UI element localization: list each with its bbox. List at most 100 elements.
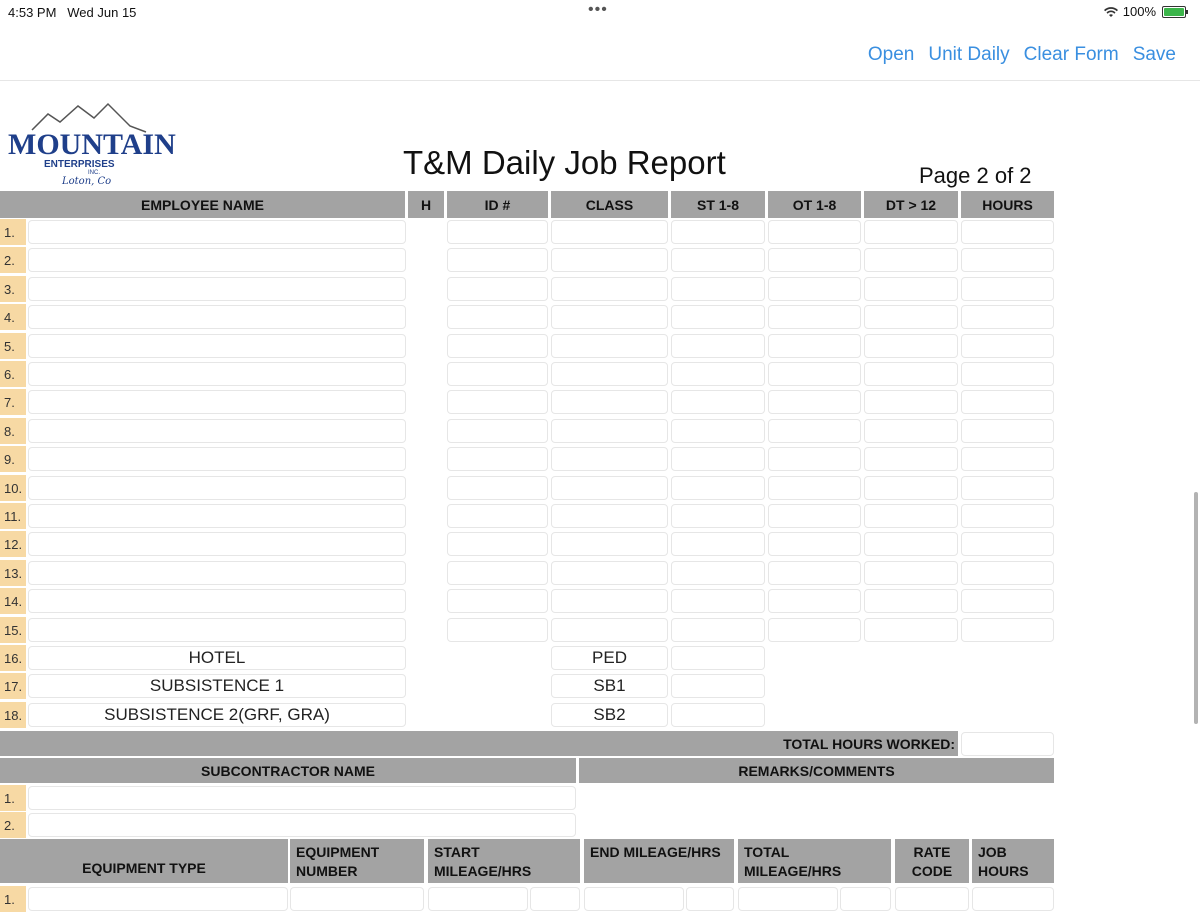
class-field[interactable] (551, 277, 668, 301)
id-field[interactable] (447, 419, 548, 443)
dt-field[interactable] (864, 504, 958, 528)
total-hours-field[interactable] (961, 732, 1054, 756)
ot-field[interactable] (768, 532, 861, 556)
dt-field[interactable] (864, 561, 958, 585)
end-mileage-field-2[interactable] (686, 887, 734, 911)
ot-field[interactable] (768, 334, 861, 358)
st-field[interactable] (671, 248, 765, 272)
employee-name-field[interactable] (28, 220, 406, 244)
hours-field[interactable] (961, 220, 1054, 244)
hours-field[interactable] (961, 305, 1054, 329)
id-field[interactable] (447, 476, 548, 500)
hours-field[interactable] (961, 504, 1054, 528)
class-field[interactable] (551, 447, 668, 471)
class-field[interactable] (551, 476, 668, 500)
dt-field[interactable] (864, 362, 958, 386)
hours-field[interactable] (961, 419, 1054, 443)
st-field[interactable] (671, 589, 765, 613)
dt-field[interactable] (864, 419, 958, 443)
class-field[interactable] (551, 248, 668, 272)
extra-row-st-field[interactable] (671, 646, 765, 670)
ot-field[interactable] (768, 476, 861, 500)
hours-field[interactable] (961, 618, 1054, 642)
equipment-type-field[interactable] (28, 887, 288, 911)
ot-field[interactable] (768, 618, 861, 642)
subcontractor-name-field[interactable] (28, 813, 576, 837)
employee-name-field[interactable] (28, 362, 406, 386)
id-field[interactable] (447, 220, 548, 244)
st-field[interactable] (671, 390, 765, 414)
st-field[interactable] (671, 362, 765, 386)
id-field[interactable] (447, 305, 548, 329)
id-field[interactable] (447, 334, 548, 358)
dt-field[interactable] (864, 532, 958, 556)
start-mileage-field[interactable] (428, 887, 528, 911)
unit-daily-button[interactable]: Unit Daily (928, 44, 1009, 66)
employee-name-field[interactable] (28, 532, 406, 556)
ot-field[interactable] (768, 561, 861, 585)
hours-field[interactable] (961, 447, 1054, 471)
st-field[interactable] (671, 277, 765, 301)
hours-field[interactable] (961, 362, 1054, 386)
hours-field[interactable] (961, 390, 1054, 414)
employee-name-field[interactable] (28, 561, 406, 585)
employee-name-field[interactable] (28, 504, 406, 528)
class-field[interactable] (551, 419, 668, 443)
employee-name-field[interactable] (28, 305, 406, 329)
st-field[interactable] (671, 220, 765, 244)
dt-field[interactable] (864, 390, 958, 414)
ot-field[interactable] (768, 305, 861, 329)
employee-name-field[interactable] (28, 419, 406, 443)
id-field[interactable] (447, 504, 548, 528)
hours-field[interactable] (961, 532, 1054, 556)
dt-field[interactable] (864, 334, 958, 358)
total-mileage-field-2[interactable] (840, 887, 891, 911)
ot-field[interactable] (768, 447, 861, 471)
ot-field[interactable] (768, 504, 861, 528)
equipment-number-field[interactable] (290, 887, 424, 911)
st-field[interactable] (671, 305, 765, 329)
dt-field[interactable] (864, 277, 958, 301)
class-field[interactable] (551, 561, 668, 585)
hours-field[interactable] (961, 589, 1054, 613)
rate-code-field[interactable] (895, 887, 969, 911)
id-field[interactable] (447, 561, 548, 585)
dt-field[interactable] (864, 589, 958, 613)
st-field[interactable] (671, 447, 765, 471)
ot-field[interactable] (768, 419, 861, 443)
hours-field[interactable] (961, 277, 1054, 301)
hours-field[interactable] (961, 561, 1054, 585)
st-field[interactable] (671, 476, 765, 500)
remarks-field[interactable] (579, 785, 1054, 837)
dt-field[interactable] (864, 305, 958, 329)
id-field[interactable] (447, 390, 548, 414)
employee-name-field[interactable] (28, 277, 406, 301)
class-field[interactable] (551, 532, 668, 556)
total-mileage-field[interactable] (738, 887, 838, 911)
employee-name-field[interactable] (28, 589, 406, 613)
class-field[interactable] (551, 220, 668, 244)
ot-field[interactable] (768, 362, 861, 386)
end-mileage-field[interactable] (584, 887, 684, 911)
class-field[interactable] (551, 334, 668, 358)
id-field[interactable] (447, 277, 548, 301)
job-hours-field[interactable] (972, 887, 1054, 911)
start-mileage-field-2[interactable] (530, 887, 580, 911)
ot-field[interactable] (768, 248, 861, 272)
class-field[interactable] (551, 362, 668, 386)
multitasking-dots-icon[interactable]: ••• (588, 1, 608, 19)
st-field[interactable] (671, 334, 765, 358)
class-field[interactable] (551, 589, 668, 613)
clear-form-button[interactable]: Clear Form (1024, 44, 1119, 66)
st-field[interactable] (671, 618, 765, 642)
dt-field[interactable] (864, 618, 958, 642)
hours-field[interactable] (961, 248, 1054, 272)
employee-name-field[interactable] (28, 476, 406, 500)
dt-field[interactable] (864, 220, 958, 244)
id-field[interactable] (447, 532, 548, 556)
dt-field[interactable] (864, 447, 958, 471)
ot-field[interactable] (768, 220, 861, 244)
employee-name-field[interactable] (28, 334, 406, 358)
hours-field[interactable] (961, 334, 1054, 358)
class-field[interactable] (551, 390, 668, 414)
